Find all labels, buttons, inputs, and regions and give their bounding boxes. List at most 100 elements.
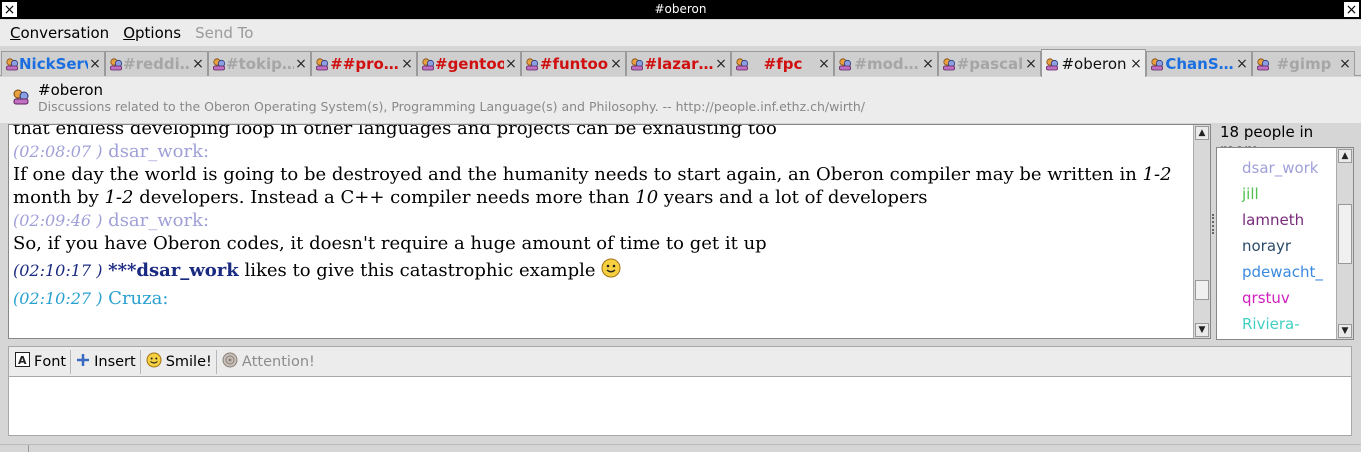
chat-message-header: (02:10:27 ) Cruza: <box>13 287 1188 310</box>
chat-line-partial: that endless developing loop in other la… <box>13 124 777 139</box>
tab[interactable]: #gimp × <box>1252 51 1355 76</box>
font-icon: A <box>15 352 30 371</box>
close-tab-icon[interactable]: × <box>504 56 518 72</box>
tab[interactable]: #mod… × <box>834 51 938 76</box>
timestamp: (02:10:27 ) <box>13 289 103 308</box>
nick[interactable]: Cruza: <box>108 288 168 309</box>
tab[interactable]: #tokip… × <box>208 51 311 76</box>
nick[interactable]: dsar_work: <box>108 141 209 162</box>
tab-label: #mod… <box>854 55 919 73</box>
font-button[interactable]: A Font <box>12 349 72 374</box>
attention-icon <box>222 352 238 372</box>
user-list-item[interactable]: qrstuv <box>1242 289 1290 307</box>
user-list-item[interactable]: dsar_work <box>1242 159 1319 177</box>
chat-message-header: (02:08:07 ) dsar_work: <box>13 140 1188 163</box>
close-tab-icon[interactable]: × <box>1129 56 1143 72</box>
plus-icon <box>76 353 90 371</box>
tab[interactable]: #gentoo × <box>417 51 521 76</box>
user-list-item[interactable]: lamneth <box>1242 211 1304 229</box>
tab-label: #fpc <box>763 55 803 73</box>
userlist-scrollbar[interactable]: ▲ ▼ <box>1336 148 1353 339</box>
smiley-icon <box>146 352 162 372</box>
chat-room-icon <box>109 57 123 71</box>
chat-message-header: (02:09:46 ) dsar_work: <box>13 209 1188 232</box>
topic-area: #oberon Discussions related to the Obero… <box>0 77 1361 123</box>
user-list-item[interactable]: pdewacht_ <box>1242 263 1323 281</box>
user-list[interactable]: Riviera-qrstuv pdewacht_ norayr lamneth jill… <box>1216 147 1354 340</box>
conversation-tabs: NickServ × #reddi… × #tokip… × ##pro… × #gentoo ×… <box>0 49 1361 77</box>
scroll-up-icon[interactable]: ▲ <box>1338 149 1352 163</box>
pane-splitter-handle[interactable] <box>1212 214 1215 234</box>
nick[interactable]: dsar_work: <box>108 210 209 231</box>
chat-room-icon <box>1150 57 1164 71</box>
close-tab-icon[interactable]: × <box>1338 56 1352 72</box>
tab[interactable]: #fpc × <box>731 51 834 76</box>
message-input[interactable] <box>8 376 1352 436</box>
close-tab-icon[interactable]: × <box>400 56 414 72</box>
smiley-emoticon-icon <box>601 258 621 284</box>
insert-button[interactable]: Insert <box>73 349 141 374</box>
tab-label: #pascal <box>956 55 1024 73</box>
chat-scrollbar[interactable]: ▲ ▼ <box>1193 125 1210 338</box>
tab[interactable]: #lazar… × <box>626 51 731 76</box>
menu-bar: Conversation Options Send To <box>0 20 1361 46</box>
user-list-item[interactable]: Riviera- <box>1242 315 1300 333</box>
close-tab-icon[interactable]: × <box>1024 56 1038 72</box>
chat-message-text: If one day the world is going to be dest… <box>13 164 1172 208</box>
chat-room-icon <box>942 57 956 71</box>
close-tab-icon[interactable]: × <box>817 56 831 72</box>
tab-label: #reddi… <box>123 55 191 73</box>
chat-log[interactable]: that endless developing loop in other la… <box>8 124 1211 339</box>
tab-label: #oberon <box>1061 54 1127 73</box>
scroll-down-icon[interactable]: ▼ <box>1195 323 1209 337</box>
attention-button: Attention! <box>219 350 319 374</box>
close-tab-icon[interactable]: × <box>88 56 102 72</box>
user-list-item[interactable]: jill <box>1242 185 1259 203</box>
scroll-thumb[interactable] <box>1338 204 1352 264</box>
menu-conversation[interactable]: Conversation <box>10 24 109 42</box>
tab[interactable]: NickServ × <box>1 51 105 76</box>
scroll-thumb[interactable] <box>1195 280 1209 300</box>
menu-send-to: Send To <box>195 24 254 42</box>
formatting-toolbar: A Font Insert Smile! Attention! <box>8 346 1352 376</box>
close-window-icon[interactable]: × <box>1343 1 1360 18</box>
close-tab-icon[interactable]: × <box>609 56 623 72</box>
chat-action-line: (02:10:17 ) ***dsar_work likes to give t… <box>13 258 1188 284</box>
chat-room-icon <box>838 57 852 71</box>
chat-room-icon <box>1256 57 1270 71</box>
close-tab-icon[interactable]: × <box>191 56 205 72</box>
close-tab-icon[interactable]: × <box>921 56 935 72</box>
chat-room-icon <box>630 57 644 71</box>
topic-text: Discussions related to the Oberon Operat… <box>38 99 866 114</box>
chat-room-icon <box>212 57 226 71</box>
tab-label: #lazar… <box>644 55 714 73</box>
tab-label: #tokip… <box>226 55 294 73</box>
action-text: likes to give this catastrophic example <box>244 260 596 281</box>
status-strip <box>0 444 1361 452</box>
smile-button[interactable]: Smile! <box>143 349 217 374</box>
menu-options[interactable]: Options <box>123 24 181 42</box>
tab[interactable]: #oberon × <box>1041 49 1146 77</box>
tab-label: ##pro… <box>330 55 399 73</box>
scroll-down-icon[interactable]: ▼ <box>1338 324 1352 338</box>
scroll-up-icon[interactable]: ▲ <box>1195 126 1209 140</box>
tab-label: NickServ <box>19 55 88 73</box>
tab[interactable]: ChanS… × <box>1146 51 1252 76</box>
chat-room-icon <box>735 57 749 71</box>
tab-label: #gentoo <box>435 55 504 73</box>
tab[interactable]: #funtoo × <box>521 51 626 76</box>
window-title: #oberon <box>654 2 707 16</box>
user-list-item[interactable]: norayr <box>1242 237 1291 255</box>
chat-message-text: So, if you have Oberon codes, it doesn't… <box>13 233 767 254</box>
chat-room-icon <box>12 88 30 110</box>
nick[interactable]: ***dsar_work <box>108 260 239 281</box>
tab[interactable]: ##pro… × <box>311 51 417 76</box>
tab[interactable]: #reddi… × <box>105 51 208 76</box>
close-tab-icon[interactable]: × <box>714 56 728 72</box>
tab[interactable]: #pascal × <box>938 51 1041 76</box>
close-tab-icon[interactable]: × <box>294 56 308 72</box>
timestamp: (02:10:17 ) <box>13 261 103 280</box>
timestamp: (02:09:46 ) <box>13 211 103 230</box>
tab-label: ChanS… <box>1165 55 1234 73</box>
close-tab-icon[interactable]: × <box>1235 56 1249 72</box>
